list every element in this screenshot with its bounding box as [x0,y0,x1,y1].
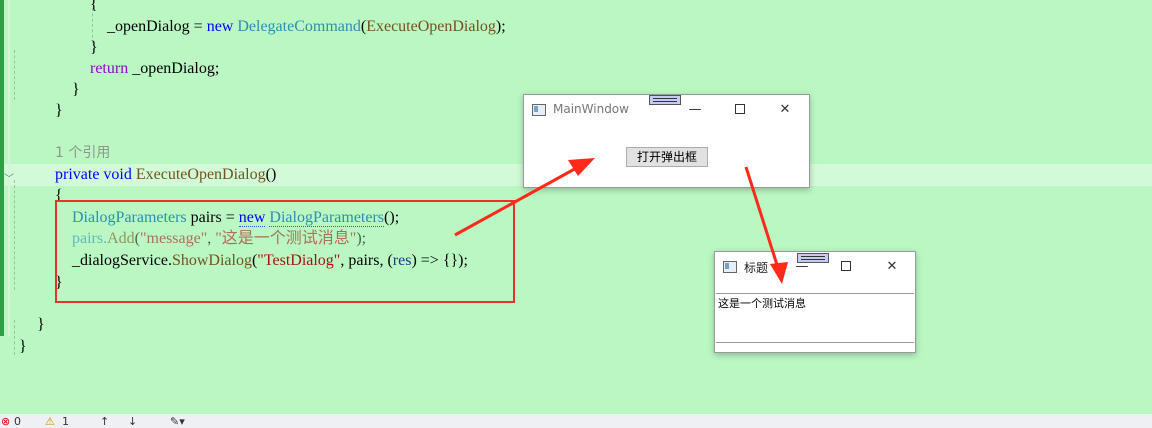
annotation-arrows [454,158,788,284]
arrowhead [770,262,788,284]
arrow-to-main-window [454,164,581,237]
error-count[interactable]: 0 [14,415,21,428]
error-icon: ⊗ [1,415,11,428]
arrow-up-icon[interactable]: ↑ [100,415,109,428]
cleanup-brush-icon[interactable]: ✎▾ [170,415,185,428]
warning-icon: ⚠ [45,415,55,428]
arrow-to-dialog [744,166,780,269]
arrow-down-icon[interactable]: ↓ [128,415,137,428]
arrowhead [568,158,595,176]
status-bar: ⊗ 0 ⚠ 1 ↑ ↓ ✎▾ [0,414,1152,428]
warning-count[interactable]: 1 [62,415,69,428]
